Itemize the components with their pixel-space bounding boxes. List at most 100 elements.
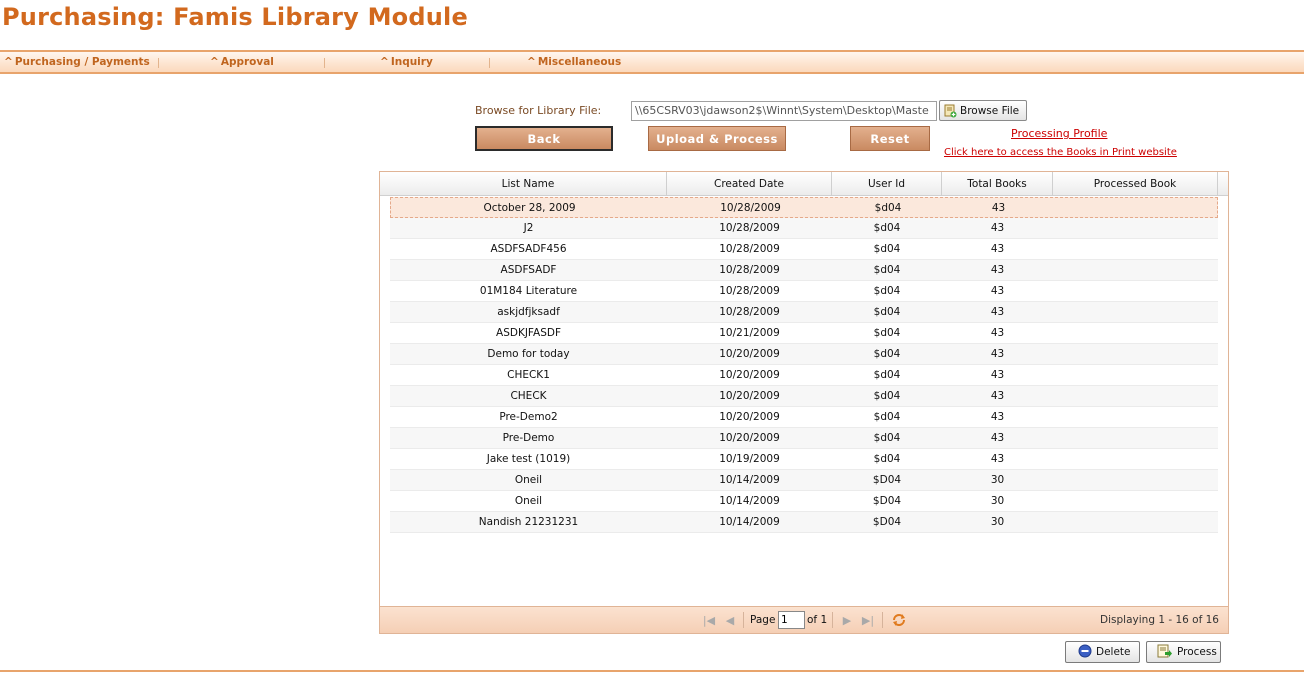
- cell-created-date: 10/28/2009: [719, 243, 780, 255]
- cell-processed-book: [1053, 365, 1218, 385]
- footer-divider: [0, 670, 1304, 672]
- menu-inquiry[interactable]: ^ Inquiry: [380, 56, 433, 70]
- column-header-created-date[interactable]: Created Date: [667, 172, 832, 196]
- upload-process-button[interactable]: Upload & Process: [648, 126, 786, 151]
- library-file-input[interactable]: \\65CSRV03\jdawson2$\Winnt\System\Deskto…: [631, 101, 937, 121]
- pager-divider: [743, 612, 744, 628]
- prev-page-icon[interactable]: ◀: [723, 613, 737, 627]
- column-header-total-books[interactable]: Total Books: [942, 172, 1053, 196]
- table-row[interactable]: 01M184 Literature 10/28/2009 $d04 43: [390, 281, 1218, 302]
- menu-label: Inquiry: [390, 56, 433, 68]
- cell-total-books: 43: [990, 285, 1005, 297]
- menu-divider: [489, 58, 490, 68]
- cell-created-date: 10/20/2009: [719, 390, 780, 402]
- table-row[interactable]: J2 10/28/2009 $d04 43: [390, 218, 1218, 239]
- cell-created-date: 10/19/2009: [719, 453, 780, 465]
- first-page-icon[interactable]: |◀: [702, 613, 716, 627]
- column-header-processed-book[interactable]: Processed Book: [1053, 172, 1218, 196]
- column-header-user-id[interactable]: User Id: [832, 172, 942, 196]
- table-row[interactable]: Pre-Demo 10/20/2009 $d04 43: [390, 428, 1218, 449]
- table-row[interactable]: Jake test (1019) 10/19/2009 $d04 43: [390, 449, 1218, 470]
- cell-total-books: 43: [990, 432, 1005, 444]
- column-header-list-name[interactable]: List Name: [390, 172, 667, 196]
- menu-approval[interactable]: ^ Approval: [210, 56, 274, 70]
- cell-total-books: 43: [990, 369, 1005, 381]
- cell-processed-book: [1053, 281, 1218, 301]
- cell-list-name: ASDFSADF: [500, 264, 557, 276]
- app-title: Purchasing: Famis Library Module: [2, 3, 468, 31]
- delete-button[interactable]: Delete: [1065, 641, 1140, 663]
- cell-user-id: $d04: [873, 432, 901, 444]
- table-row[interactable]: Oneil 10/14/2009 $D04 30: [390, 470, 1218, 491]
- cell-list-name: Demo for today: [487, 348, 570, 360]
- pager-divider: [882, 612, 883, 628]
- cell-user-id: $d04: [873, 390, 901, 402]
- menu-label: Miscellaneous: [537, 56, 622, 68]
- grid-body: October 28, 2009 10/28/2009 $d04 43 J2 10/28/…: [390, 197, 1218, 533]
- refresh-icon[interactable]: [891, 612, 907, 628]
- table-row[interactable]: Nandish 21231231 10/14/2009 $D04 30: [390, 512, 1218, 533]
- grid-header: List Name Created Date User Id Total Boo…: [380, 172, 1228, 196]
- cell-processed-book: [1053, 512, 1218, 532]
- back-button[interactable]: Back: [475, 126, 613, 151]
- process-button[interactable]: Process: [1146, 641, 1221, 663]
- table-row[interactable]: Demo for today 10/20/2009 $d04 43: [390, 344, 1218, 365]
- browse-label: Browse for Library File:: [475, 104, 602, 117]
- cell-list-name: CHECK1: [507, 369, 550, 381]
- cell-total-books: 43: [990, 390, 1005, 402]
- cell-processed-book: [1053, 302, 1218, 322]
- cell-processed-book: [1053, 260, 1218, 280]
- table-row[interactable]: October 28, 2009 10/28/2009 $d04 43: [390, 197, 1218, 218]
- browse-file-button[interactable]: Browse File: [939, 100, 1027, 121]
- cell-total-books: 43: [991, 202, 1006, 214]
- table-row[interactable]: Oneil 10/14/2009 $D04 30: [390, 491, 1218, 512]
- processing-profile-link[interactable]: Processing Profile: [1011, 127, 1107, 140]
- cell-total-books: 43: [990, 453, 1005, 465]
- caret-up-icon: ^: [527, 56, 536, 68]
- cell-user-id: $d04: [873, 264, 901, 276]
- cell-total-books: 30: [990, 474, 1005, 486]
- cell-processed-book: [1054, 198, 1219, 218]
- cell-processed-book: [1053, 407, 1218, 427]
- cell-created-date: 10/20/2009: [719, 348, 780, 360]
- cell-total-books: 43: [990, 348, 1005, 360]
- cell-total-books: 43: [990, 327, 1005, 339]
- cell-total-books: 43: [990, 264, 1005, 276]
- last-page-icon[interactable]: ▶|: [861, 613, 875, 627]
- menu-miscellaneous[interactable]: ^ Miscellaneous: [527, 56, 621, 70]
- menu-label: Purchasing / Payments: [14, 56, 150, 68]
- caret-up-icon: ^: [210, 56, 219, 68]
- cell-list-name: Oneil: [514, 474, 543, 486]
- cell-list-name: J2: [523, 222, 534, 234]
- menu-divider: [324, 58, 325, 68]
- cell-total-books: 43: [990, 411, 1005, 423]
- cell-list-name: Pre-Demo2: [499, 411, 558, 423]
- page-count-label: of 1: [807, 614, 828, 626]
- cell-user-id: $D04: [872, 474, 902, 486]
- cell-user-id: $d04: [873, 285, 901, 297]
- cell-list-name: askjdfjksadf: [497, 306, 560, 318]
- cell-user-id: $d04: [873, 369, 901, 381]
- table-row[interactable]: CHECK1 10/20/2009 $d04 43: [390, 365, 1218, 386]
- cell-processed-book: [1053, 428, 1218, 448]
- cell-created-date: 10/20/2009: [719, 369, 780, 381]
- cell-list-name: October 28, 2009: [483, 202, 576, 214]
- books-in-print-link[interactable]: Click here to access the Books in Print …: [944, 147, 1177, 158]
- table-row[interactable]: ASDKJFASDF 10/21/2009 $d04 43: [390, 323, 1218, 344]
- cell-created-date: 10/14/2009: [719, 474, 780, 486]
- cell-user-id: $d04: [873, 222, 901, 234]
- cell-user-id: $d04: [873, 327, 901, 339]
- cell-processed-book: [1053, 218, 1218, 238]
- next-page-icon[interactable]: ▶: [840, 613, 854, 627]
- table-row[interactable]: CHECK 10/20/2009 $d04 43: [390, 386, 1218, 407]
- table-row[interactable]: ASDFSADF456 10/28/2009 $d04 43: [390, 239, 1218, 260]
- table-row[interactable]: askjdfjksadf 10/28/2009 $d04 43: [390, 302, 1218, 323]
- table-row[interactable]: Pre-Demo2 10/20/2009 $d04 43: [390, 407, 1218, 428]
- table-row[interactable]: ASDFSADF 10/28/2009 $d04 43: [390, 260, 1218, 281]
- page-number-input[interactable]: [778, 611, 805, 629]
- reset-button[interactable]: Reset: [850, 126, 930, 151]
- cell-total-books: 43: [990, 306, 1005, 318]
- delete-label: Delete: [1096, 646, 1131, 658]
- menu-purchasing-payments[interactable]: ^ Purchasing / Payments: [4, 56, 150, 70]
- cell-processed-book: [1053, 344, 1218, 364]
